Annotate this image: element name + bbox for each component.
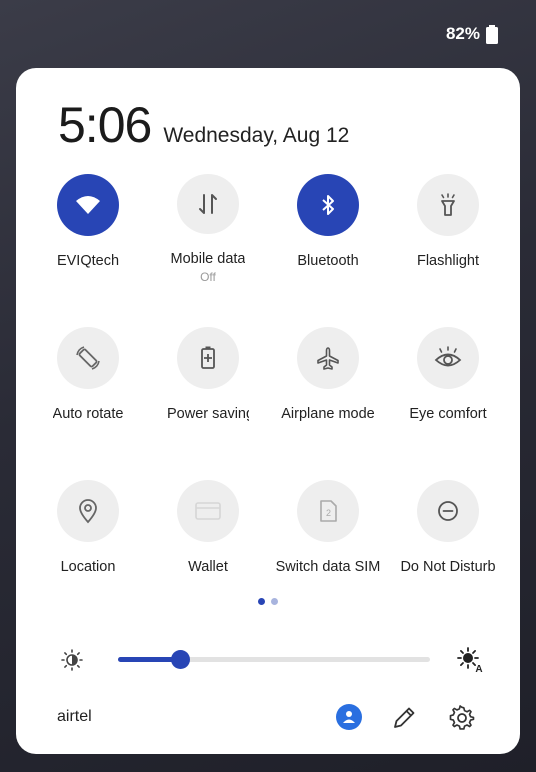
tile-switch-data-sim[interactable]: 2 Switch data SIM [266,480,390,590]
tile-label: Mobile data [170,250,246,266]
flashlight-icon [441,193,455,216]
tile-flashlight[interactable]: Flashlight [386,174,510,284]
wifi-icon [76,196,100,214]
brightness-slider-thumb[interactable] [171,650,190,669]
bluetooth-icon [322,195,334,215]
status-bar: 82% [0,0,536,64]
battery-indicator: 82% [446,24,498,44]
clock-row: 5:06 Wednesday, Aug 12 [58,96,349,154]
battery-full-icon [486,24,498,44]
tile-location[interactable]: Location [26,480,150,590]
tile-label: Do Not Disturb [400,559,496,575]
sim-card-icon: 2 [320,500,337,522]
footer-row: airtel [16,698,520,738]
tile-label: Airplane mode [281,406,375,422]
page-dot-active[interactable] [258,598,265,605]
mobile-data-toggle[interactable] [177,174,239,234]
location-icon [79,499,97,524]
battery-saver-icon [201,346,215,369]
carrier-name: airtel [57,708,92,725]
clock-date[interactable]: Wednesday, Aug 12 [163,124,349,148]
tile-label: Flashlight [416,253,480,269]
auto-rotate-icon [76,346,100,370]
tile-label: Switch data SIM [275,559,381,575]
brightness-low-icon [61,649,83,671]
tile-airplane-mode[interactable]: Airplane mode [266,327,390,437]
bluetooth-toggle[interactable] [297,174,359,236]
wallet-icon [195,502,221,520]
tile-bluetooth[interactable]: Bluetooth [266,174,390,284]
flashlight-toggle[interactable] [417,174,479,236]
do-not-disturb-toggle[interactable] [417,480,479,542]
tile-label: Auto rotate [52,406,124,422]
tile-label: Bluetooth [297,253,359,269]
svg-text:A: A [475,664,482,674]
tile-label: Eye comfort [409,406,487,422]
tile-mobile-data[interactable]: Mobile data Off [146,174,270,284]
airplane-mode-toggle[interactable] [297,327,359,389]
page-indicator[interactable] [258,598,278,605]
auto-rotate-toggle[interactable] [57,327,119,389]
settings-gear-icon[interactable] [448,704,476,732]
auto-brightness-icon[interactable]: A [456,646,484,674]
brightness-row: A [16,640,520,680]
tile-power-saving[interactable]: Power saving [146,327,270,437]
tile-eye-comfort[interactable]: Eye comfort [386,327,510,437]
tile-do-not-disturb[interactable]: Do Not Disturb [386,480,510,590]
page-dot[interactable] [271,598,278,605]
eye-comfort-toggle[interactable] [417,327,479,389]
quick-settings-panel: 5:06 Wednesday, Aug 12 EVIQtech Mobile d… [16,68,520,754]
tile-wallet[interactable]: Wallet [146,480,270,590]
do-not-disturb-icon [438,501,458,521]
wallet-toggle[interactable] [177,480,239,542]
user-icon [343,711,355,723]
tile-label: Power saving [167,406,249,422]
power-saving-toggle[interactable] [177,327,239,389]
tile-label: Wallet [188,559,228,575]
svg-text:2: 2 [326,508,331,518]
tile-label: Location [60,559,116,575]
battery-percent: 82% [445,24,480,43]
switch-data-sim-toggle[interactable]: 2 [297,480,359,542]
tile-sublabel: Off [200,270,216,284]
tile-label: EVIQtech [56,253,120,269]
eye-icon [434,346,462,367]
brightness-slider[interactable] [118,650,430,669]
clock-time[interactable]: 5:06 [58,96,152,154]
edit-pencil-icon[interactable] [390,704,418,732]
airplane-icon [317,347,339,370]
mobile-data-icon [199,193,217,214]
tile-auto-rotate[interactable]: Auto rotate [26,327,150,437]
wifi-toggle[interactable] [57,174,119,236]
user-switch-button[interactable] [336,704,362,730]
tile-wifi[interactable]: EVIQtech [26,174,150,284]
location-toggle[interactable] [57,480,119,542]
